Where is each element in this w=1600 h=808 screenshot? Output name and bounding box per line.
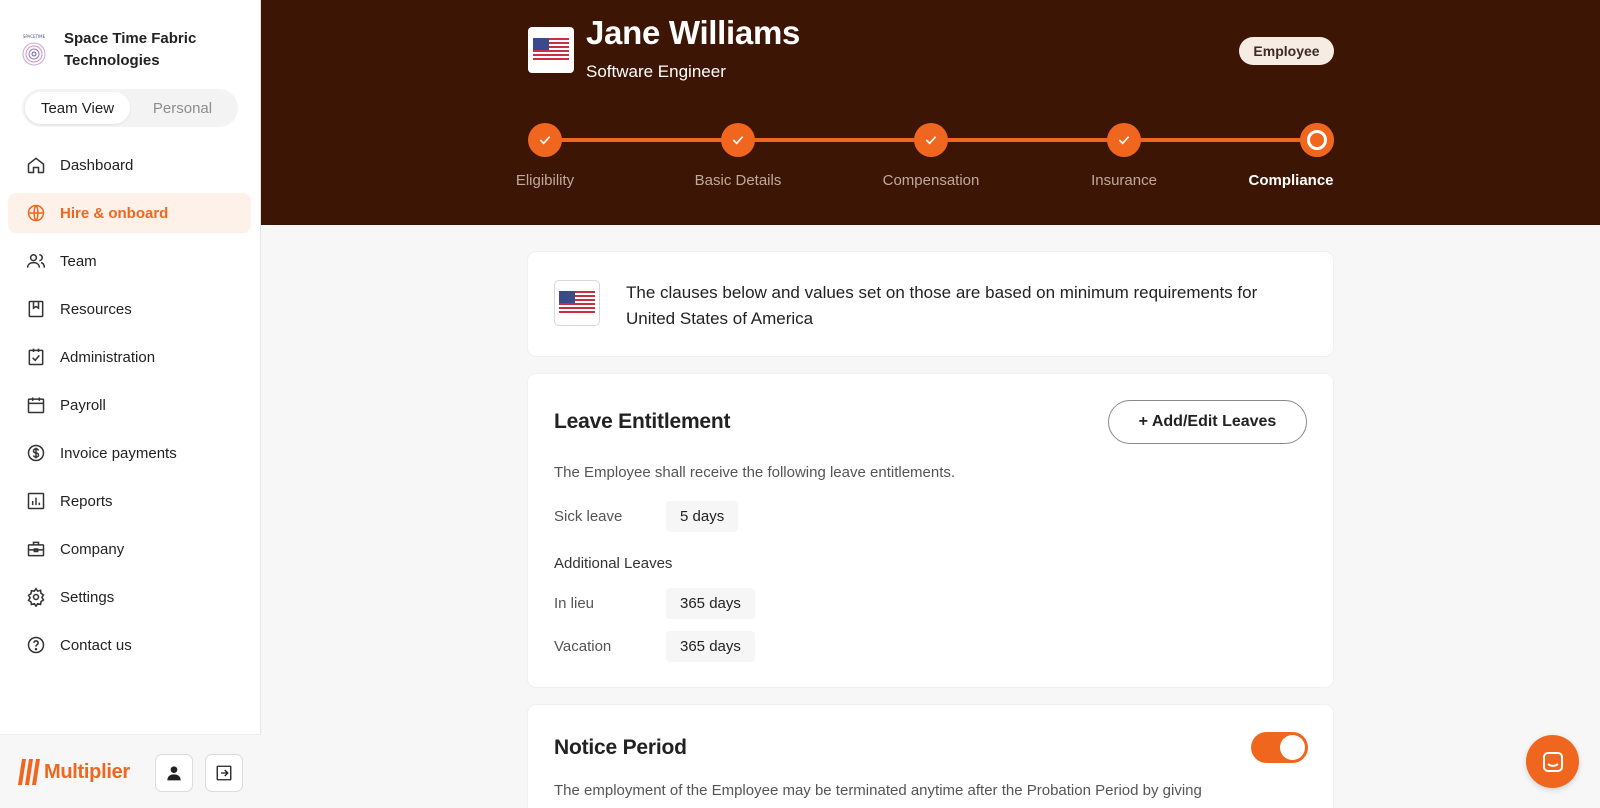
leave-label: Vacation xyxy=(554,638,612,655)
sidebar-item-company[interactable]: Company xyxy=(8,529,251,569)
sidebar-nav: Dashboard Hire & onboard Team Resources … xyxy=(8,145,251,673)
toggle-knob xyxy=(1280,735,1305,760)
sidebar-item-label: Resources xyxy=(60,300,132,318)
globe-icon xyxy=(27,204,45,222)
multiplier-brand-text: Multiplier xyxy=(44,760,130,783)
leave-description: The Employee shall receive the following… xyxy=(554,464,956,481)
team-view-toggle[interactable]: Team View xyxy=(25,92,130,124)
step-label-basic-details: Basic Details xyxy=(694,172,782,189)
sidebar-item-settings[interactable]: Settings xyxy=(8,577,251,617)
svg-text:SPACETIME: SPACETIME xyxy=(23,34,46,39)
step-label-compensation: Compensation xyxy=(882,172,980,189)
sidebar-item-resources[interactable]: Resources xyxy=(8,289,251,329)
sidebar-item-label: Payroll xyxy=(60,396,106,414)
sidebar-item-team[interactable]: Team xyxy=(8,241,251,281)
sidebar-item-payroll[interactable]: Payroll xyxy=(8,385,251,425)
sidebar-item-dashboard[interactable]: Dashboard xyxy=(8,145,251,185)
leave-value: 365 days xyxy=(666,631,755,662)
current-step-ring-icon xyxy=(1307,130,1327,150)
sidebar-footer: Multiplier xyxy=(0,734,261,808)
leave-row-vacation: Vacation 365 days xyxy=(554,631,755,662)
step-label-insurance: Insurance xyxy=(1091,172,1157,189)
notice-period-toggle[interactable] xyxy=(1251,732,1308,763)
additional-leaves-title: Additional Leaves xyxy=(554,555,673,572)
sidebar-item-administration[interactable]: Administration xyxy=(8,337,251,377)
sidebar-item-label: Invoice payments xyxy=(60,444,177,462)
add-edit-leaves-button[interactable]: + Add/Edit Leaves xyxy=(1108,400,1307,444)
leave-entitlement-title: Leave Entitlement xyxy=(554,410,731,433)
company-brand[interactable]: SPACETIME Space Time Fabric Technologies xyxy=(18,28,214,72)
check-icon xyxy=(732,136,744,145)
sidebar-item-contact-us[interactable]: Contact us xyxy=(8,625,251,665)
multiplier-mark-icon xyxy=(18,759,40,785)
leave-entitlement-card: Leave Entitlement + Add/Edit Leaves The … xyxy=(528,374,1333,687)
sidebar-item-label: Administration xyxy=(60,348,156,366)
sidebar-item-reports[interactable]: Reports xyxy=(8,481,251,521)
sidebar: SPACETIME Space Time Fabric Technologies… xyxy=(0,0,261,808)
leave-value: 5 days xyxy=(666,501,739,532)
employee-name: Jane Williams xyxy=(586,14,801,51)
help-icon xyxy=(27,636,45,654)
user-icon xyxy=(167,766,181,781)
sidebar-item-hire-onboard[interactable]: Hire & onboard xyxy=(8,193,251,233)
check-icon xyxy=(925,136,937,145)
sidebar-item-label: Settings xyxy=(60,588,115,606)
sidebar-item-label: Reports xyxy=(60,492,113,510)
chat-icon xyxy=(1542,751,1563,772)
clipboard-check-icon xyxy=(28,348,44,366)
logout-button[interactable] xyxy=(205,754,243,792)
dollar-icon xyxy=(27,444,45,462)
sidebar-item-label: Company xyxy=(60,540,125,558)
sidebar-item-label: Contact us xyxy=(60,636,132,654)
notice-period-card: Notice Period The employment of the Empl… xyxy=(528,705,1333,808)
notice-period-title: Notice Period xyxy=(554,736,687,759)
country-info-card: The clauses below and values set on thos… xyxy=(528,252,1333,356)
sidebar-item-label: Dashboard xyxy=(60,156,134,174)
step-label-compliance: Compliance xyxy=(1248,172,1334,189)
users-icon xyxy=(26,254,46,268)
step-compliance[interactable] xyxy=(1300,123,1334,157)
leave-value: 365 days xyxy=(666,588,755,619)
sidebar-item-label: Team xyxy=(60,252,97,270)
home-icon xyxy=(27,157,45,174)
sidebar-item-label: Hire & onboard xyxy=(60,204,169,222)
calendar-icon xyxy=(27,397,45,414)
leave-row-in-lieu: In lieu 365 days xyxy=(554,588,755,619)
check-icon xyxy=(1118,136,1130,145)
notice-period-text: The employment of the Employee may be te… xyxy=(554,782,1202,799)
personal-view-toggle[interactable]: Personal xyxy=(130,92,235,124)
onboarding-header: Jane Williams Software Engineer Employee… xyxy=(261,0,1600,225)
bookmark-icon xyxy=(28,300,44,318)
step-insurance[interactable] xyxy=(1107,123,1141,157)
profile-button[interactable] xyxy=(155,754,193,792)
briefcase-icon xyxy=(27,541,45,557)
step-label-eligibility: Eligibility xyxy=(515,172,575,189)
us-flag-icon xyxy=(528,27,574,73)
leave-row-sick: Sick leave 5 days xyxy=(554,501,739,532)
leave-label: Sick leave xyxy=(554,508,623,525)
step-basic-details[interactable] xyxy=(721,123,755,157)
gear-icon xyxy=(27,587,45,607)
check-icon xyxy=(539,136,551,145)
employee-role: Software Engineer xyxy=(586,62,726,81)
company-name: Space Time Fabric Technologies xyxy=(64,30,197,69)
multiplier-logo[interactable]: Multiplier xyxy=(16,755,130,789)
country-info-text: The clauses below and values set on thos… xyxy=(626,283,1258,328)
sidebar-item-invoice-payments[interactable]: Invoice payments xyxy=(8,433,251,473)
chart-icon xyxy=(27,492,45,510)
us-flag-icon xyxy=(554,280,600,326)
chat-support-button[interactable] xyxy=(1526,735,1579,788)
spacetime-logo-icon: SPACETIME xyxy=(18,32,50,68)
view-toggle: Team View Personal xyxy=(22,89,238,127)
employee-type-badge: Employee xyxy=(1239,37,1334,65)
step-eligibility[interactable] xyxy=(528,123,562,157)
step-compensation[interactable] xyxy=(914,123,948,157)
leave-label: In lieu xyxy=(554,595,595,612)
logout-icon xyxy=(216,765,232,781)
